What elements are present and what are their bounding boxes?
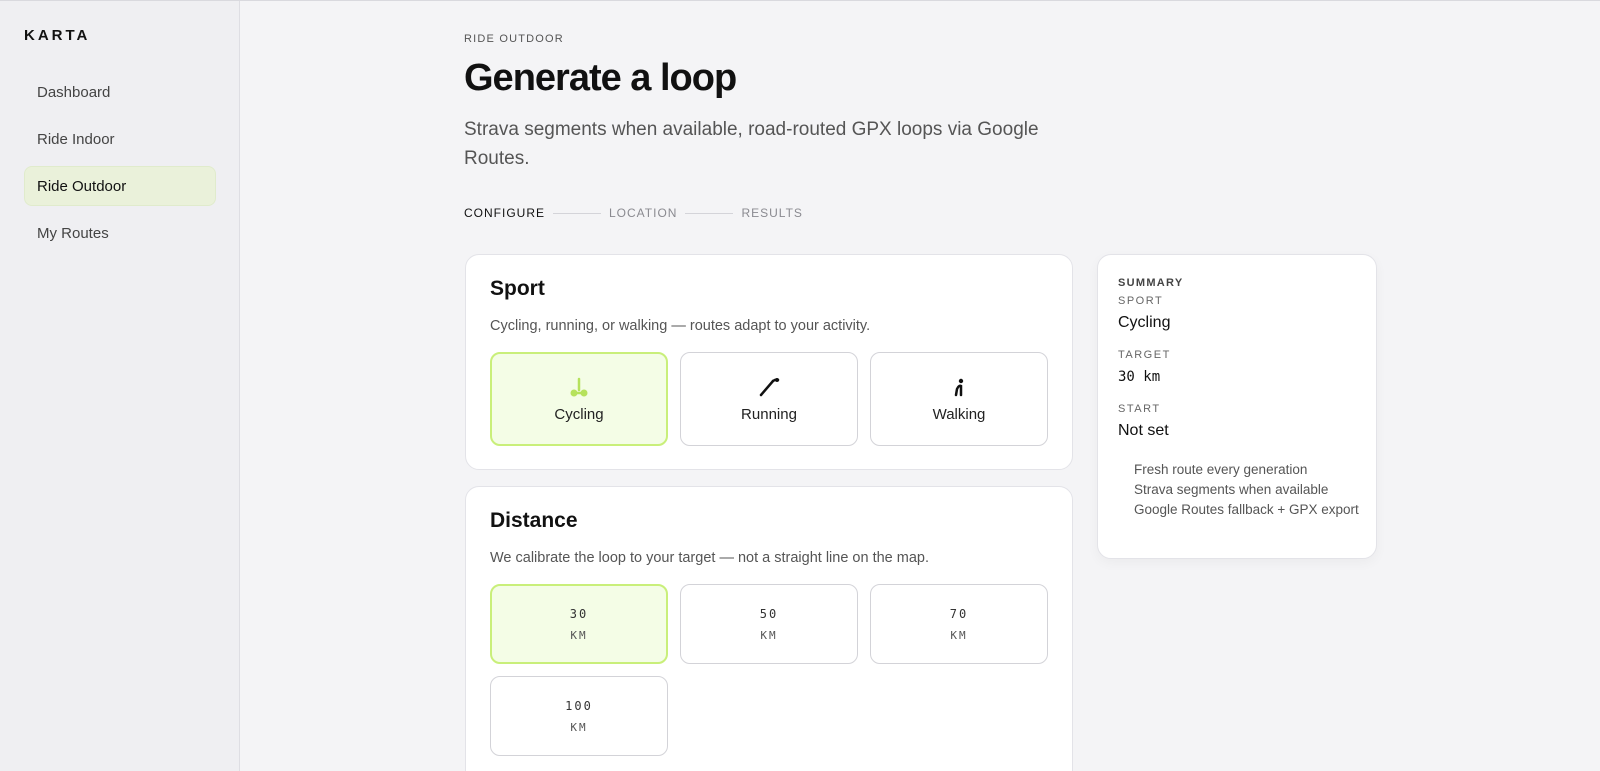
sport-description: Cycling, running, or walking — routes ad…	[490, 318, 871, 334]
distance-unit: KM	[570, 628, 588, 642]
summary-panel: SUMMARY SPORT Cycling TARGET 30 km START…	[1097, 254, 1377, 559]
summary-feature: Google Routes fallback + GPX export	[1134, 502, 1359, 517]
distance-option-100[interactable]: 100 KM	[490, 676, 668, 756]
summary-start-label: START	[1118, 403, 1161, 415]
sidebar-nav: Dashboard Ride Indoor Ride Outdoor My Ro…	[24, 72, 216, 260]
running-icon	[758, 376, 780, 398]
page-subtitle: Strava segments when available, road-rou…	[464, 119, 1039, 169]
summary-feature: Strava segments when available	[1134, 482, 1329, 497]
sport-title: Sport	[490, 277, 545, 300]
sport-option-label: Running	[741, 405, 797, 423]
distance-title: Distance	[490, 509, 578, 532]
distance-option-50[interactable]: 50 KM	[680, 584, 858, 664]
step-progress: CONFIGURE LOCATION RESULTS	[464, 206, 803, 220]
distance-unit: KM	[760, 628, 778, 642]
summary-sport-value: Cycling	[1118, 314, 1171, 331]
distance-value: 30	[569, 606, 589, 621]
brand-logo: KARTA	[24, 27, 91, 44]
sport-option-label: Walking	[932, 405, 986, 423]
cycling-icon	[568, 376, 590, 398]
distance-value: 70	[949, 606, 969, 621]
distance-unit: KM	[570, 720, 588, 734]
step-location[interactable]: LOCATION	[609, 206, 677, 220]
distance-option-30[interactable]: 30 KM	[490, 584, 668, 664]
sport-card: Sport Cycling, running, or walking — rou…	[465, 254, 1073, 470]
summary-feature: Fresh route every generation	[1134, 462, 1308, 477]
sport-option-label: Cycling	[554, 405, 604, 423]
summary-target-label: TARGET	[1118, 349, 1171, 361]
step-configure[interactable]: CONFIGURE	[464, 206, 545, 220]
step-divider	[553, 212, 601, 214]
summary-feature-list: Fresh route every generation Strava segm…	[1134, 460, 1364, 520]
sport-option-cycling[interactable]: Cycling	[490, 352, 668, 446]
step-results[interactable]: RESULTS	[741, 206, 802, 220]
summary-heading: SUMMARY	[1118, 277, 1184, 289]
sidebar-item-my-routes[interactable]: My Routes	[24, 213, 216, 253]
summary-target-value: 30 km	[1118, 369, 1161, 385]
distance-value: 100	[565, 698, 593, 713]
walking-icon	[948, 376, 970, 398]
distance-description: We calibrate the loop to your target — n…	[490, 550, 930, 566]
sport-option-running[interactable]: Running	[680, 352, 858, 446]
sidebar: KARTA Dashboard Ride Indoor Ride Outdoor…	[0, 1, 240, 771]
sidebar-item-dashboard[interactable]: Dashboard	[24, 72, 216, 112]
step-divider	[685, 212, 734, 214]
distance-option-70[interactable]: 70 KM	[870, 584, 1048, 664]
distance-value: 50	[759, 606, 779, 621]
sidebar-item-ride-indoor[interactable]: Ride Indoor	[24, 119, 216, 159]
sidebar-item-ride-outdoor[interactable]: Ride Outdoor	[24, 166, 216, 206]
sport-option-walking[interactable]: Walking	[870, 352, 1048, 446]
page-title: Generate a loop	[464, 57, 737, 99]
distance-unit: KM	[950, 628, 968, 642]
page-eyebrow: RIDE OUTDOOR	[464, 33, 564, 45]
distance-card: Distance We calibrate the loop to your t…	[465, 486, 1073, 771]
summary-sport-label: SPORT	[1118, 295, 1164, 307]
summary-start-value: Not set	[1118, 422, 1169, 439]
